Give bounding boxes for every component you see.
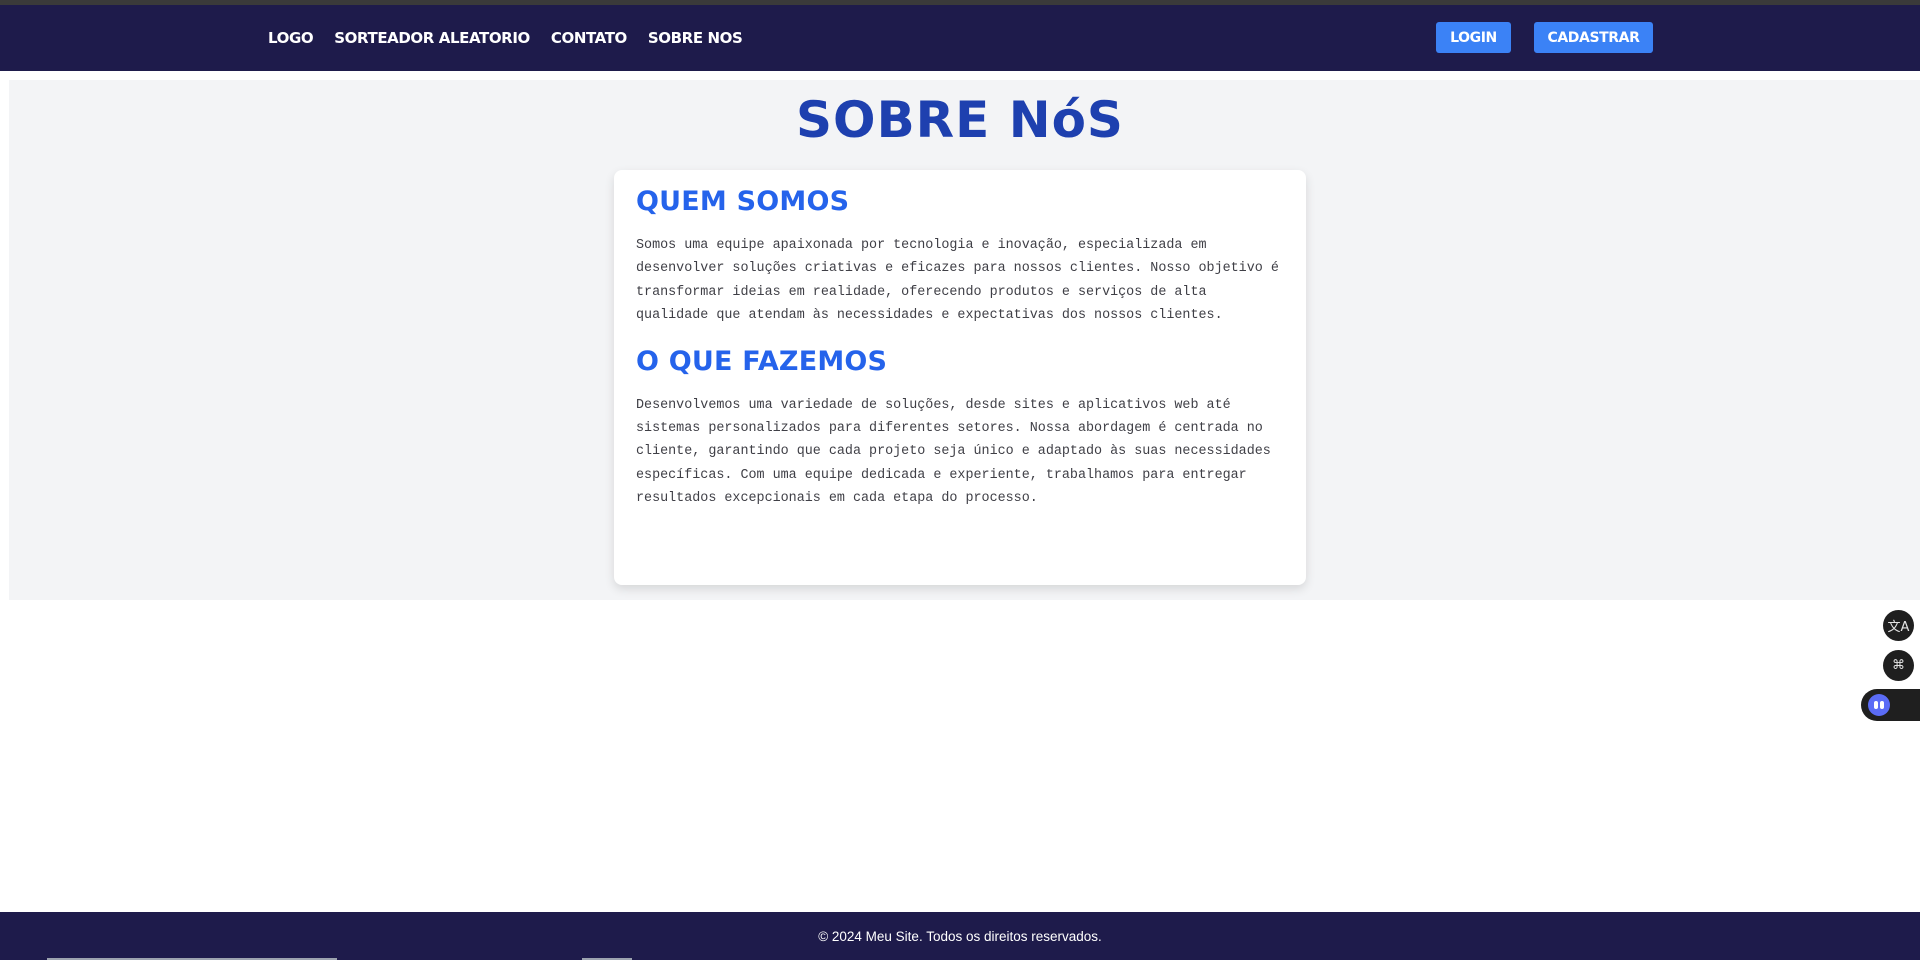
assistant-icon: [1868, 694, 1890, 716]
nav-links: LOGO SORTEADOR ALEATORIO CONTATO SOBRE N…: [268, 5, 743, 71]
footer: © 2024 Meu Site. Todos os direitos reser…: [0, 912, 1920, 960]
section-text-o-que-fazemos: Desenvolvemos uma variedade de soluções,…: [636, 397, 1271, 507]
apps-icon[interactable]: ⌘: [1883, 650, 1914, 681]
login-button[interactable]: LOGIN: [1436, 22, 1511, 53]
section-text-quem-somos: Somos uma equipe apaixonada por tecnolog…: [636, 238, 1279, 324]
nav-link-sobre-nos[interactable]: SOBRE NOS: [648, 29, 743, 47]
about-card: QUEM SOMOS Somos uma equipe apaixonada p…: [614, 170, 1306, 585]
section-heading-quem-somos: QUEM SOMOS: [636, 186, 850, 217]
nav-link-contato[interactable]: CONTATO: [551, 29, 627, 47]
page-title: SOBRE NóS: [796, 91, 1124, 149]
signup-button[interactable]: CADASTRAR: [1534, 22, 1653, 53]
nav-link-logo[interactable]: LOGO: [268, 29, 314, 47]
nav-actions: LOGIN CADASTRAR: [1436, 22, 1653, 53]
footer-text: © 2024 Meu Site. Todos os direitos reser…: [818, 928, 1102, 944]
section-heading-o-que-fazemos: O QUE FAZEMOS: [636, 345, 888, 377]
assistant-button[interactable]: [1861, 689, 1920, 721]
translate-icon[interactable]: 文A: [1883, 610, 1914, 641]
navbar: LOGO SORTEADOR ALEATORIO CONTATO SOBRE N…: [0, 5, 1920, 71]
about-section: SOBRE NóS QUEM SOMOS Somos uma equipe ap…: [9, 80, 1920, 600]
nav-link-sorteador[interactable]: SORTEADOR ALEATORIO: [334, 29, 530, 47]
